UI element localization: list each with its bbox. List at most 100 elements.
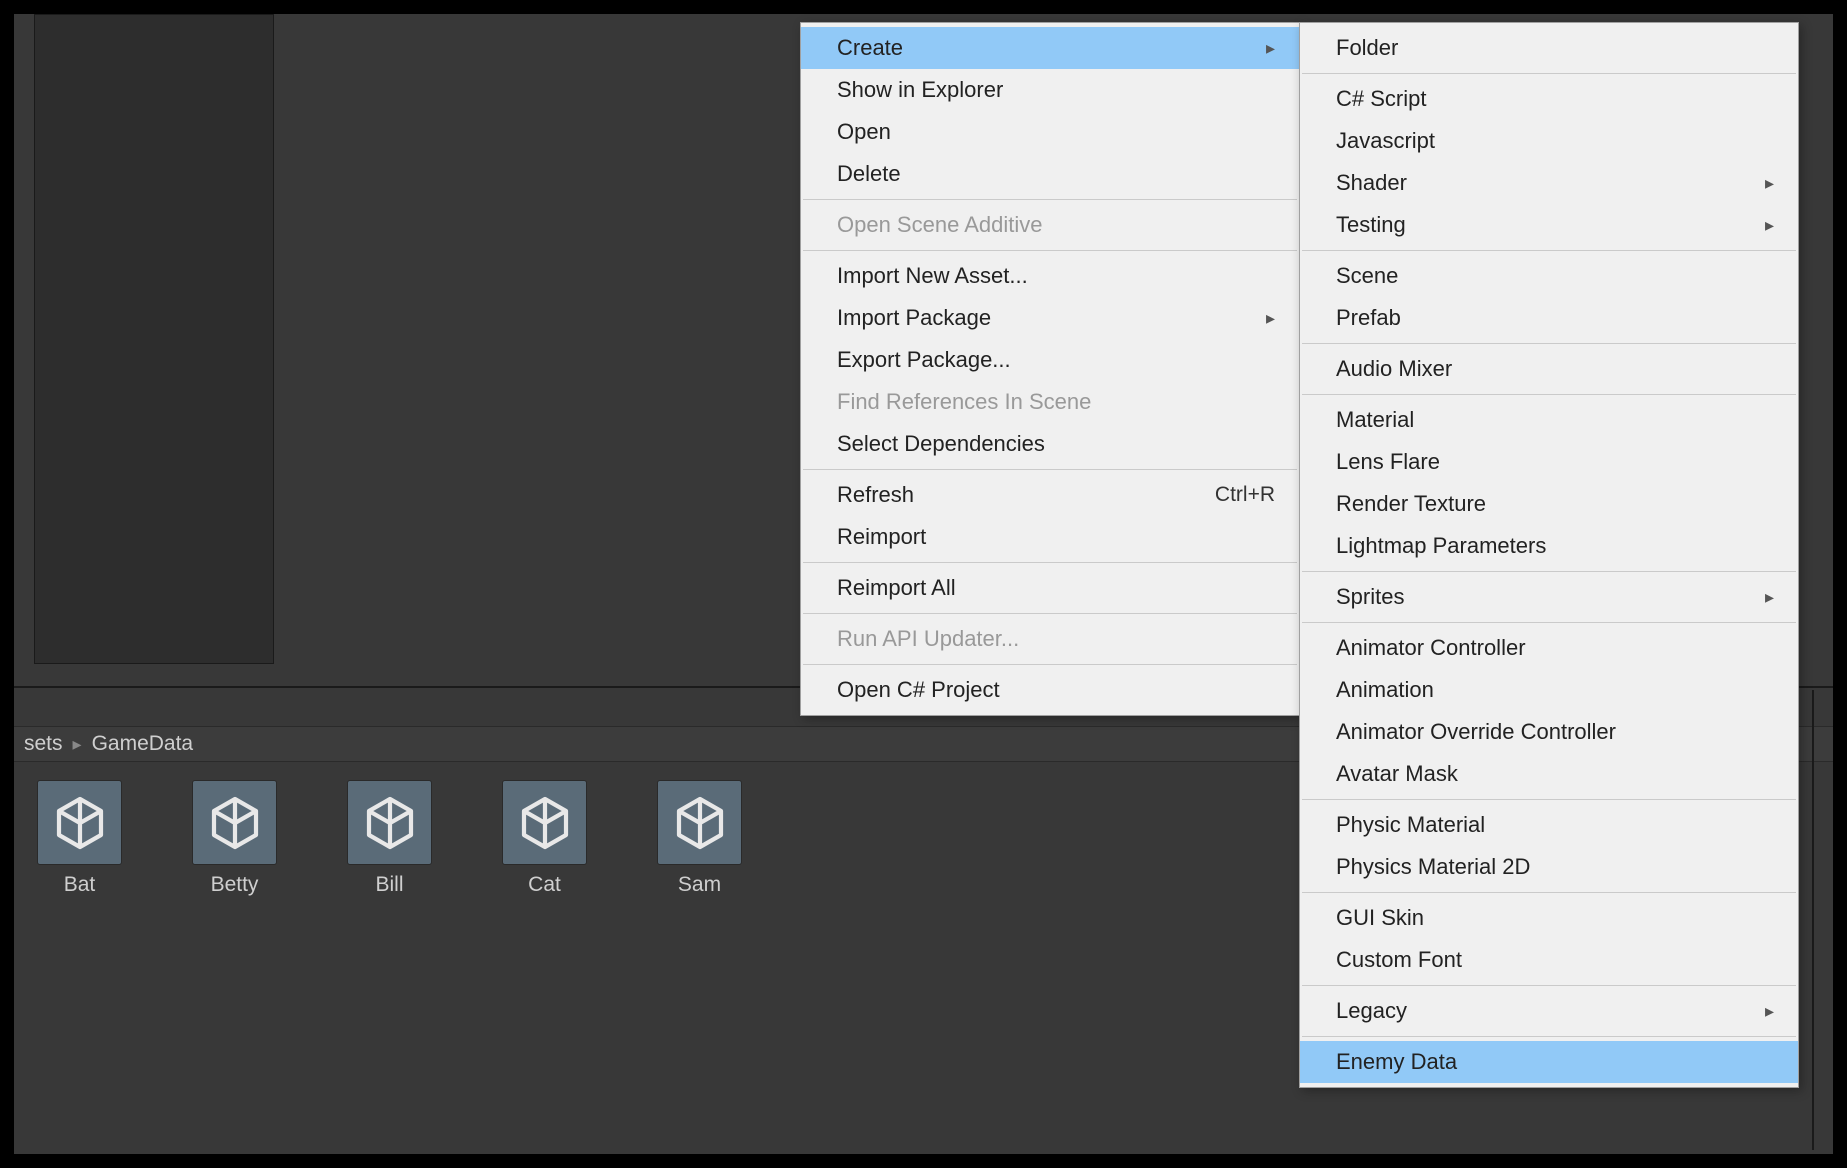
submenu-arrow-icon: ▸ [1765,1001,1774,1022]
menu-item-audio-mixer[interactable]: Audio Mixer [1300,348,1798,390]
menu-item-shader[interactable]: Shader ▸ [1300,162,1798,204]
menu-separator [1302,985,1796,986]
menu-label: Lightmap Parameters [1336,533,1546,559]
menu-item-javascript[interactable]: Javascript [1300,120,1798,162]
menu-label: Physic Material [1336,812,1485,838]
submenu-arrow-icon: ▸ [1266,38,1275,59]
menu-item-physic-material[interactable]: Physic Material [1300,804,1798,846]
menu-item-gui-skin[interactable]: GUI Skin [1300,897,1798,939]
menu-separator [803,250,1297,251]
menu-item-animator-controller[interactable]: Animator Controller [1300,627,1798,669]
menu-label: Create [837,35,903,61]
menu-item-refresh[interactable]: Refresh Ctrl+R [801,474,1299,516]
viewport-panel [34,14,274,664]
menu-separator [1302,394,1796,395]
menu-item-open[interactable]: Open [801,111,1299,153]
menu-label: C# Script [1336,86,1426,112]
menu-item-run-api-updater: Run API Updater... [801,618,1299,660]
menu-item-import-package[interactable]: Import Package ▸ [801,297,1299,339]
menu-label: Scene [1336,263,1398,289]
menu-item-animator-override[interactable]: Animator Override Controller [1300,711,1798,753]
menu-separator [1302,571,1796,572]
menu-item-legacy[interactable]: Legacy ▸ [1300,990,1798,1032]
asset-label: Bat [64,873,96,897]
menu-separator [803,664,1297,665]
asset-item-bill[interactable]: Bill [342,780,437,897]
menu-label: GUI Skin [1336,905,1424,931]
menu-shortcut: Ctrl+R [1215,483,1275,507]
menu-item-delete[interactable]: Delete [801,153,1299,195]
menu-item-find-references: Find References In Scene [801,381,1299,423]
menu-label: Export Package... [837,347,1011,373]
breadcrumb-part-assets[interactable]: sets [20,732,67,756]
asset-item-sam[interactable]: Sam [652,780,747,897]
menu-label: Avatar Mask [1336,761,1458,787]
menu-label: Open [837,119,891,145]
menu-item-avatar-mask[interactable]: Avatar Mask [1300,753,1798,795]
menu-item-create[interactable]: Create ▸ [801,27,1299,69]
menu-label: Legacy [1336,998,1407,1024]
asset-item-betty[interactable]: Betty [187,780,282,897]
menu-label: Shader [1336,170,1407,196]
menu-label: Material [1336,407,1414,433]
menu-item-lens-flare[interactable]: Lens Flare [1300,441,1798,483]
menu-separator [1302,250,1796,251]
menu-label: Sprites [1336,584,1404,610]
menu-item-select-dependencies[interactable]: Select Dependencies [801,423,1299,465]
menu-separator [1302,343,1796,344]
menu-item-prefab[interactable]: Prefab [1300,297,1798,339]
menu-label: Animator Override Controller [1336,719,1616,745]
menu-label: Animation [1336,677,1434,703]
unity-asset-icon [192,780,277,865]
right-divider [1812,690,1814,1150]
asset-item-bat[interactable]: Bat [32,780,127,897]
context-menu-main: Create ▸ Show in Explorer Open Delete Op… [800,22,1300,716]
menu-label: Find References In Scene [837,389,1091,415]
menu-item-folder[interactable]: Folder [1300,27,1798,69]
menu-item-import-new-asset[interactable]: Import New Asset... [801,255,1299,297]
menu-item-lightmap-parameters[interactable]: Lightmap Parameters [1300,525,1798,567]
menu-item-testing[interactable]: Testing ▸ [1300,204,1798,246]
menu-item-animation[interactable]: Animation [1300,669,1798,711]
menu-label: Import New Asset... [837,263,1028,289]
menu-label: Run API Updater... [837,626,1019,652]
menu-separator [1302,892,1796,893]
menu-item-show-in-explorer[interactable]: Show in Explorer [801,69,1299,111]
menu-item-open-cs-project[interactable]: Open C# Project [801,669,1299,711]
submenu-arrow-icon: ▸ [1765,173,1774,194]
menu-item-render-texture[interactable]: Render Texture [1300,483,1798,525]
menu-item-enemy-data[interactable]: Enemy Data [1300,1041,1798,1083]
menu-label: Folder [1336,35,1398,61]
asset-label: Sam [678,873,721,897]
menu-item-sprites[interactable]: Sprites ▸ [1300,576,1798,618]
menu-label: Import Package [837,305,991,331]
asset-grid: Bat Betty Bill [32,780,747,897]
menu-separator [1302,1036,1796,1037]
asset-item-cat[interactable]: Cat [497,780,592,897]
menu-separator [803,199,1297,200]
submenu-arrow-icon: ▸ [1266,308,1275,329]
menu-item-csharp-script[interactable]: C# Script [1300,78,1798,120]
menu-label: Reimport All [837,575,956,601]
menu-item-material[interactable]: Material [1300,399,1798,441]
unity-asset-icon [37,780,122,865]
unity-asset-icon [347,780,432,865]
menu-item-export-package[interactable]: Export Package... [801,339,1299,381]
menu-label: Javascript [1336,128,1435,154]
submenu-arrow-icon: ▸ [1765,587,1774,608]
menu-item-scene[interactable]: Scene [1300,255,1798,297]
menu-label: Show in Explorer [837,77,1003,103]
breadcrumb-part-gamedata[interactable]: GameData [88,732,198,756]
context-menu-create-submenu: Folder C# Script Javascript Shader ▸ Tes… [1299,22,1799,1088]
menu-label: Custom Font [1336,947,1462,973]
menu-item-reimport[interactable]: Reimport [801,516,1299,558]
menu-label: Testing [1336,212,1406,238]
menu-label: Enemy Data [1336,1049,1457,1075]
menu-label: Animator Controller [1336,635,1526,661]
unity-asset-icon [502,780,587,865]
menu-item-custom-font[interactable]: Custom Font [1300,939,1798,981]
menu-item-reimport-all[interactable]: Reimport All [801,567,1299,609]
menu-item-physics-material-2d[interactable]: Physics Material 2D [1300,846,1798,888]
menu-label: Refresh [837,482,914,508]
unity-asset-icon [657,780,742,865]
